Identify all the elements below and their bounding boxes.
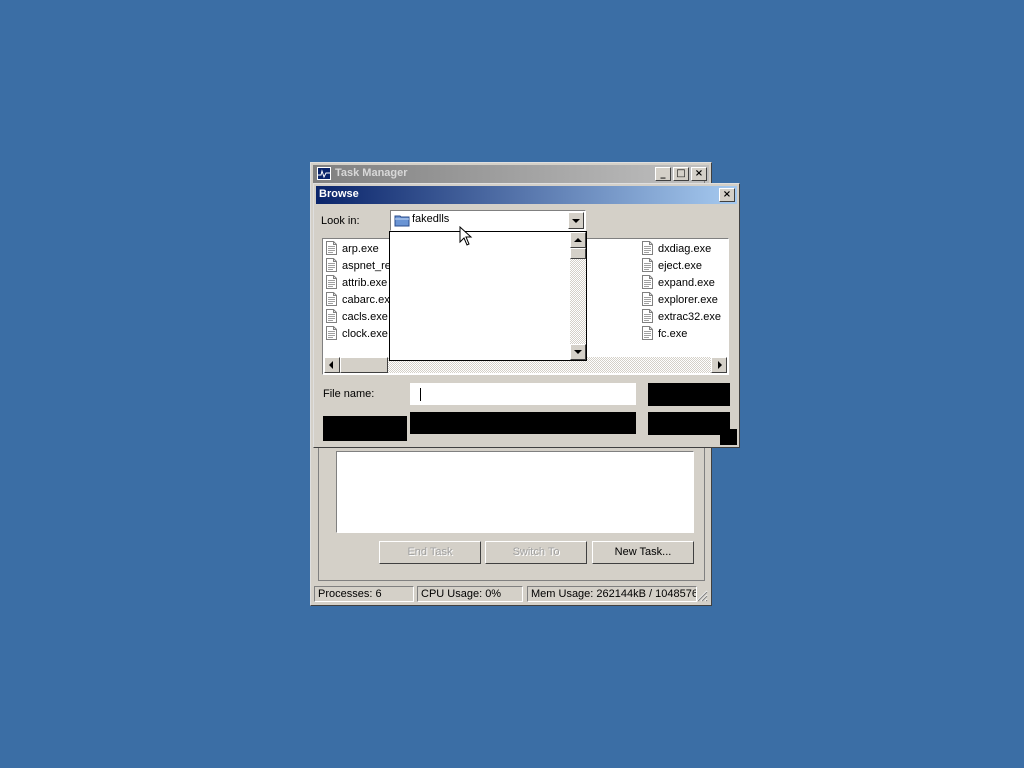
look-in-dropdown-list[interactable] [389, 231, 587, 361]
scroll-left-button[interactable] [324, 357, 340, 373]
arrow-down-icon [574, 350, 582, 354]
file-name: attrib.exe [342, 277, 388, 289]
mouse-cursor-icon [459, 226, 473, 246]
close-button[interactable]: × [691, 167, 707, 181]
maximize-button[interactable]: □ [673, 167, 689, 181]
vertical-scroll-thumb[interactable] [570, 248, 586, 259]
file-icon [642, 241, 653, 255]
file-name-input[interactable] [410, 383, 636, 405]
file-item[interactable]: extrac32.exe [642, 309, 721, 325]
file-icon [326, 258, 337, 272]
file-name: extrac32.exe [658, 311, 721, 323]
file-item[interactable]: attrib.exe [326, 275, 387, 291]
status-cpu-usage: CPU Usage: 0% [417, 586, 523, 602]
file-icon [326, 275, 337, 289]
look-in-value: fakedlls [412, 213, 450, 225]
browse-title: Browse [319, 188, 359, 200]
horizontal-scroll-thumb[interactable] [340, 357, 388, 373]
file-icon [642, 309, 653, 323]
text-caret [420, 388, 421, 401]
file-name: cabarc.exe [342, 294, 396, 306]
switch-to-button[interactable]: Switch To [485, 541, 587, 564]
folder-icon [394, 215, 410, 227]
file-name: fc.exe [658, 328, 688, 340]
file-item[interactable]: explorer.exe [642, 292, 718, 308]
file-name-label: File name: [323, 388, 375, 400]
browse-titlebar[interactable]: Browse × [316, 186, 737, 204]
dialog-corner-block [720, 429, 737, 445]
file-name: expand.exe [658, 277, 715, 289]
browse-close-button[interactable]: × [719, 188, 735, 202]
file-item[interactable]: eject.exe [642, 258, 702, 274]
file-icon [642, 292, 653, 306]
status-bar: Processes: 6 CPU Usage: 0% Mem Usage: 26… [313, 585, 709, 603]
file-icon [642, 275, 653, 289]
minimize-button[interactable]: _ [655, 167, 671, 181]
arrow-right-icon [718, 361, 722, 369]
file-icon [642, 326, 653, 340]
browse-dialog[interactable]: Browse × Look in: fakedlls fc.exe extrac3… [313, 183, 740, 448]
end-task-button[interactable]: End Task [379, 541, 481, 564]
new-task-button[interactable]: New Task... [592, 541, 694, 564]
file-name: cacls.exe [342, 311, 388, 323]
file-name: explorer.exe [658, 294, 718, 306]
chevron-down-icon [572, 219, 580, 223]
look-in-label: Look in: [321, 215, 360, 227]
file-item[interactable]: cabarc.exe [326, 292, 396, 308]
file-item[interactable]: dxdiag.exe [642, 241, 711, 257]
open-button[interactable] [648, 383, 730, 406]
look-in-combobox[interactable]: fakedlls [390, 210, 586, 231]
scroll-up-button[interactable] [570, 232, 586, 248]
scroll-right-button[interactable] [711, 357, 727, 373]
maximize-icon: □ [676, 168, 686, 179]
file-icon [326, 292, 337, 306]
file-icon [642, 258, 653, 272]
status-processes: Processes: 6 [314, 586, 414, 602]
desktop: Task Manager _ □ × End Task Switch To Ne… [0, 0, 1024, 768]
close-icon: × [694, 168, 704, 179]
vertical-scrollbar[interactable] [570, 232, 586, 360]
file-name: dxdiag.exe [658, 243, 712, 255]
file-name: clock.exe [342, 328, 388, 340]
file-item[interactable]: expand.exe [642, 275, 715, 291]
files-of-type-combobox[interactable] [410, 412, 636, 434]
files-of-type-label [323, 416, 407, 441]
task-manager-title: Task Manager [335, 167, 408, 179]
file-name: eject.exe [658, 260, 703, 272]
task-manager-icon [317, 167, 331, 180]
applications-list[interactable] [336, 451, 694, 533]
file-item[interactable]: fc.exe [642, 326, 687, 342]
close-icon: × [722, 189, 732, 200]
file-icon [326, 326, 337, 340]
file-name: arp.exe [342, 243, 379, 255]
cancel-button[interactable] [648, 412, 730, 435]
file-item[interactable]: cacls.exe [326, 309, 388, 325]
arrow-up-icon [574, 238, 582, 242]
file-icon [326, 241, 337, 255]
status-mem-usage: Mem Usage: 262144kB / 1048576kB [527, 586, 697, 602]
arrow-left-icon [329, 361, 333, 369]
look-in-dropdown-button[interactable] [568, 212, 584, 229]
file-icon [326, 309, 337, 323]
file-item[interactable]: clock.exe [326, 326, 388, 342]
minimize-icon: _ [660, 168, 666, 179]
resize-grip-icon[interactable] [696, 590, 708, 602]
file-item[interactable]: arp.exe [326, 241, 379, 257]
scroll-down-button[interactable] [570, 344, 586, 360]
